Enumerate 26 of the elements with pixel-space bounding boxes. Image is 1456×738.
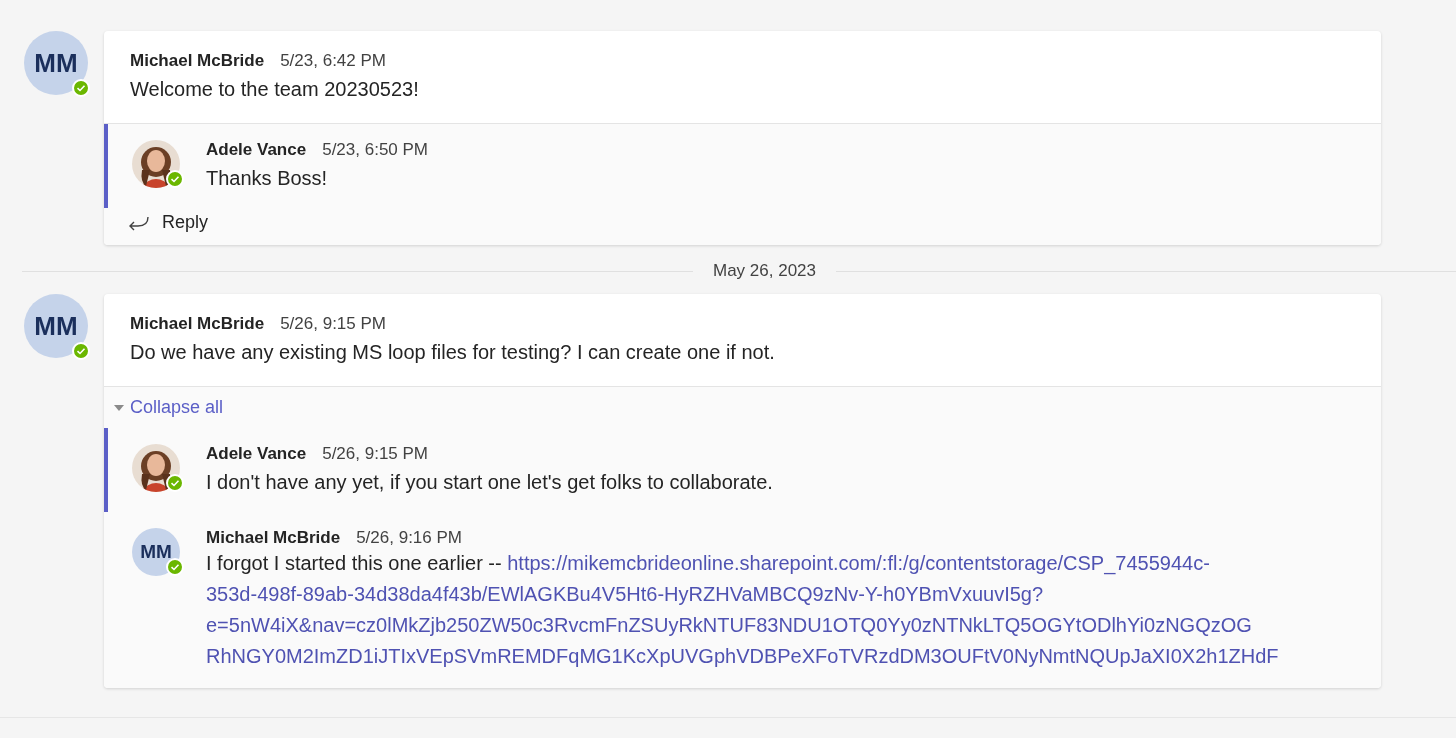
message-text: Welcome to the team 20230523! xyxy=(130,77,420,102)
author-name: Michael McBride xyxy=(130,314,265,334)
link[interactable]: https://mikemcbrideonline.sharepoint.com/:fl:/g/contentstorage/CSP_7455944c- xyxy=(507,552,1210,574)
message-time: 5/23, 6:50 PM xyxy=(322,140,428,160)
author-name: Michael McBride xyxy=(130,51,265,71)
message-time: 5/23, 6:42 PM xyxy=(280,51,386,71)
author-name: Michael McBride xyxy=(206,528,341,548)
caret-icon xyxy=(114,404,124,411)
reply-button[interactable]: Reply xyxy=(128,212,209,233)
author-name: Adele Vance xyxy=(206,444,307,464)
initials-avatar: MM xyxy=(24,31,88,95)
message-text: Do we have any existing MS loop files for testing? I can create one if not. xyxy=(130,340,776,365)
message-time: 5/26, 9:15 PM xyxy=(322,444,428,464)
message-text: I forgot I started this one earlier -- xyxy=(206,552,503,574)
message-text: I don't have any yet, if you start one let's get folks to collaborate. xyxy=(206,470,774,495)
initials-avatar: MM xyxy=(24,294,88,358)
message-time: 5/26, 9:16 PM xyxy=(356,528,462,548)
message-text: Thanks Boss! xyxy=(206,166,329,191)
initials-avatar: MM xyxy=(132,528,180,576)
link[interactable]: e=5nW4iX&nav=cz0lMkZjb250ZW50c3RvcmFnZSUyRkNTUF83NDU1OTQ0Yy0zNTNkLTQ5OGYtODlhYi0zNGQzOG xyxy=(206,614,1252,636)
message-time: 5/26, 9:15 PM xyxy=(280,314,386,334)
date-divider: May 26, 2023 xyxy=(713,261,816,281)
collapse-all-link[interactable]: Collapse all xyxy=(104,387,234,428)
link[interactable]: 353d-498f-89ab-34d38da4f43b/EWlAGKBu4V5Ht6-HyRZHVaMBCQ9zNv-Y-h0YBmVxuuvI5g? xyxy=(206,583,1044,605)
author-name: Adele Vance xyxy=(206,140,307,160)
link[interactable]: RhNGY0M2ImZD1iJTIxVEpSVmREMDFqMG1KcXpUVGphVDBPeXFoTVRzdDM3OUFtV0NyNmtNQUpJaXI0X2h1ZHdF xyxy=(206,645,1279,667)
